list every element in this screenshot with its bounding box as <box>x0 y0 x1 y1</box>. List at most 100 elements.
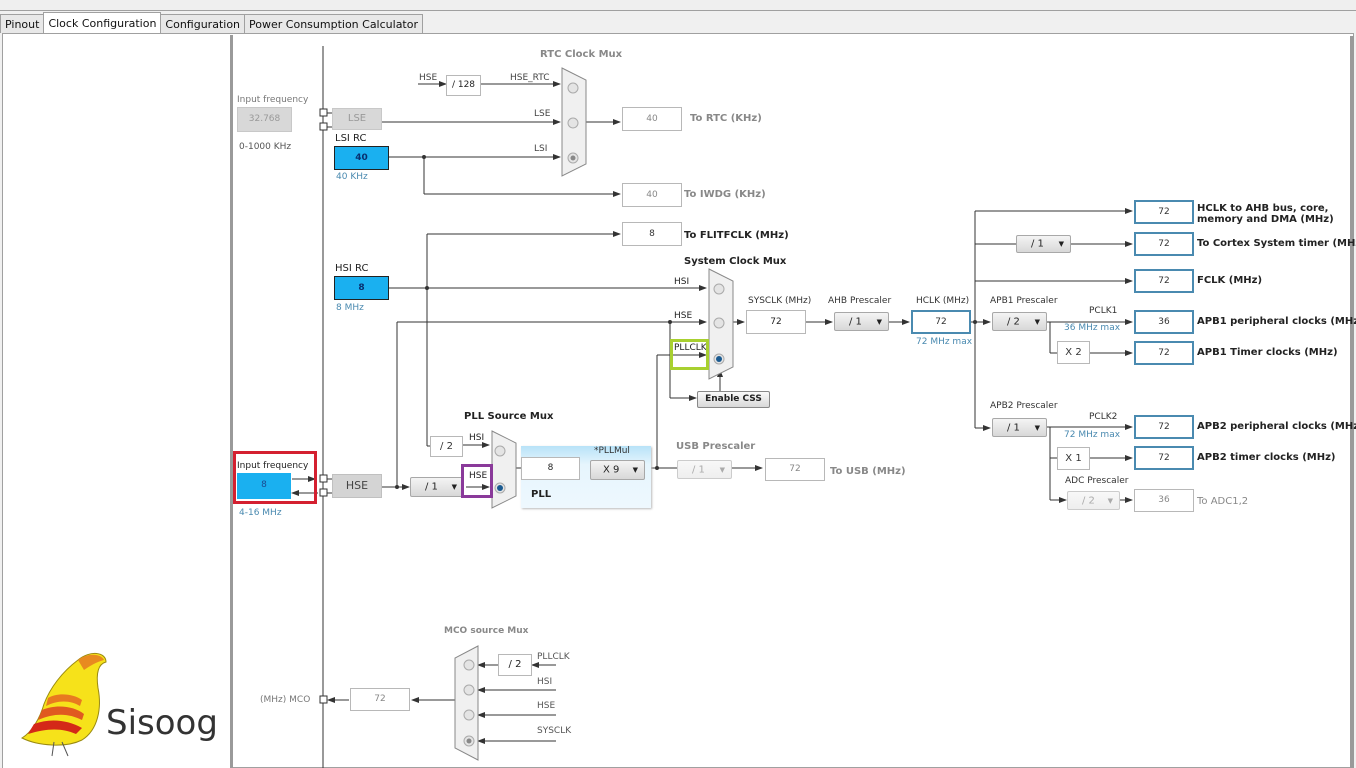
chevron-down-icon: ▼ <box>451 483 457 491</box>
sysclk-radio-hsi[interactable] <box>713 283 725 295</box>
sysclk-pllclk-highlight <box>670 339 709 370</box>
chevron-down-icon: ▼ <box>1107 496 1113 505</box>
usb-prescaler-title: USB Prescaler <box>676 441 756 452</box>
usb-prescaler-value: / 1 <box>692 464 705 475</box>
sysclk-value[interactable]: 72 <box>746 310 806 334</box>
mco-input-sysclk: SYSCLK <box>537 726 572 736</box>
pll-mul-value: X 9 <box>603 464 620 476</box>
pll-input-value: 8 <box>521 457 580 480</box>
cortex-output-value: 72 <box>1134 232 1194 256</box>
apb1-periph-label: APB1 peripheral clocks (MHz) <box>1197 316 1356 327</box>
hse-prediv-select[interactable]: / 1 ▼ <box>410 477 464 497</box>
apb1-timer-multiplier: X 2 <box>1057 341 1090 364</box>
mco-radio-pllclk[interactable] <box>463 659 475 671</box>
adc-output-label: To ADC1,2 <box>1197 496 1249 507</box>
flitfclk-output-value: 8 <box>622 222 682 246</box>
cortex-prescaler-select[interactable]: / 1 ▼ <box>1016 235 1071 253</box>
hclk-max: 72 MHz max <box>916 337 973 347</box>
pll-mul-label: *PLLMul <box>594 446 630 456</box>
hse-block: HSE <box>332 474 382 498</box>
lsi-unit: 40 KHz <box>336 172 368 182</box>
ahb-prescaler-select[interactable]: / 1 ▼ <box>834 312 889 331</box>
apb2-prescaler-select[interactable]: / 1 ▼ <box>992 418 1047 437</box>
mco-radio-hse[interactable] <box>463 709 475 721</box>
pclk1-label: PCLK1 <box>1089 306 1118 316</box>
lse-range: 0-1000 KHz <box>239 142 292 152</box>
apb1-timer-value: 72 <box>1134 341 1194 365</box>
apb1-prescaler-value: / 2 <box>1007 316 1020 327</box>
lse-block: LSE <box>332 108 382 130</box>
system-clock-mux-title: System Clock Mux <box>684 256 787 267</box>
mco-output-value: 72 <box>350 688 410 711</box>
fclk-output-value: 72 <box>1134 269 1194 293</box>
rtc-hse-divider: / 128 <box>446 75 481 96</box>
apb2-prescaler-title: APB2 Prescaler <box>990 401 1058 411</box>
chevron-down-icon: ▼ <box>1058 240 1064 248</box>
usb-output-value: 72 <box>765 458 825 481</box>
adc-output-value: 36 <box>1134 489 1194 512</box>
hsi-value: 8 <box>334 276 389 300</box>
adc-prescaler-select[interactable]: / 2 ▼ <box>1067 491 1120 510</box>
adc-prescaler-value: / 2 <box>1082 495 1095 506</box>
mco-pin-label: (MHz) MCO <box>260 695 311 705</box>
flitfclk-output-label: To FLITFCLK (MHz) <box>684 230 789 241</box>
mco-mux-title: MCO source Mux <box>444 626 529 636</box>
rtc-radio-lse[interactable] <box>567 117 579 129</box>
apb1-prescaler-select[interactable]: / 2 ▼ <box>992 312 1047 331</box>
ahb-prescaler-value: / 1 <box>849 316 862 327</box>
pll-source-mux-title: PLL Source Mux <box>464 411 554 422</box>
mco-radio-hsi[interactable] <box>463 684 475 696</box>
usb-output-label: To USB (MHz) <box>830 466 906 477</box>
tab-clock-configuration[interactable]: Clock Configuration <box>43 12 162 33</box>
sysclk-label: SYSCLK (MHz) <box>748 296 812 306</box>
lsi-title: LSI RC <box>335 133 367 144</box>
apb2-timer-multiplier: X 1 <box>1057 447 1090 470</box>
mco-input-pllclk: PLLCLK <box>537 652 570 662</box>
hsi-div2-box: / 2 <box>430 436 463 457</box>
chevron-down-icon: ▼ <box>876 317 882 326</box>
apb1-periph-value: 36 <box>1134 310 1194 334</box>
rtc-input-hse-rtc: HSE_RTC <box>510 73 550 83</box>
iwdg-output-value: 40 <box>622 183 682 207</box>
chevron-down-icon: ▼ <box>719 465 725 474</box>
hclk-value[interactable]: 72 <box>911 310 971 334</box>
apb2-periph-label: APB2 peripheral clocks (MHz) <box>1197 421 1356 432</box>
apb2-prescaler-value: / 1 <box>1007 422 1020 433</box>
adc-prescaler-title: ADC Prescaler <box>1065 476 1129 486</box>
hse-range: 4-16 MHz <box>239 508 282 518</box>
mco-input-hsi: HSI <box>537 677 553 687</box>
chevron-down-icon: ▼ <box>1034 317 1040 326</box>
cortex-prescaler-value: / 1 <box>1031 238 1044 250</box>
iwdg-output-label: To IWDG (KHz) <box>684 189 766 200</box>
sysclk-radio-hse[interactable] <box>713 317 725 329</box>
cortex-output-label: To Cortex System timer (MHz) <box>1197 238 1356 249</box>
usb-prescaler-select[interactable]: / 1 ▼ <box>677 460 732 479</box>
apb2-periph-value: 72 <box>1134 415 1194 439</box>
pll-source-input-hsi: HSI <box>469 433 485 443</box>
pll-mul-select[interactable]: X 9 ▼ <box>590 460 645 480</box>
hclk-label: HCLK (MHz) <box>916 296 970 306</box>
mco-pll-divider: / 2 <box>498 654 532 676</box>
hse-prediv-value: / 1 <box>425 481 438 493</box>
pll-label: PLL <box>531 489 552 500</box>
chevron-down-icon: ▼ <box>1034 423 1040 432</box>
lse-input-frequency[interactable]: 32.768 <box>237 107 292 132</box>
hse-input-highlight <box>233 451 317 504</box>
lse-input-label: Input frequency <box>237 95 309 105</box>
rtc-output-value: 40 <box>622 107 682 131</box>
apb1-prescaler-title: APB1 Prescaler <box>990 296 1058 306</box>
ahb-prescaler-title: AHB Prescaler <box>828 296 892 306</box>
rtc-input-lse: LSE <box>534 109 551 119</box>
hclk-ahb-output-value: 72 <box>1134 200 1194 224</box>
fclk-output-label: FCLK (MHz) <box>1197 275 1263 286</box>
enable-css-button[interactable]: Enable CSS <box>697 391 770 408</box>
rtc-input-lsi: LSI <box>534 144 548 154</box>
rtc-radio-hse[interactable] <box>567 82 579 94</box>
pll-source-radio-hsi[interactable] <box>494 445 506 457</box>
sysclk-input-hsi: HSI <box>674 277 690 287</box>
rtc-hse-label: HSE <box>419 73 438 83</box>
pclk2-label: PCLK2 <box>1089 412 1118 422</box>
apb2-timer-label: APB2 timer clocks (MHz) <box>1197 452 1336 463</box>
hclk-ahb-output-label-line2: memory and DMA (MHz) <box>1197 214 1334 225</box>
hsi-unit: 8 MHz <box>336 303 364 313</box>
